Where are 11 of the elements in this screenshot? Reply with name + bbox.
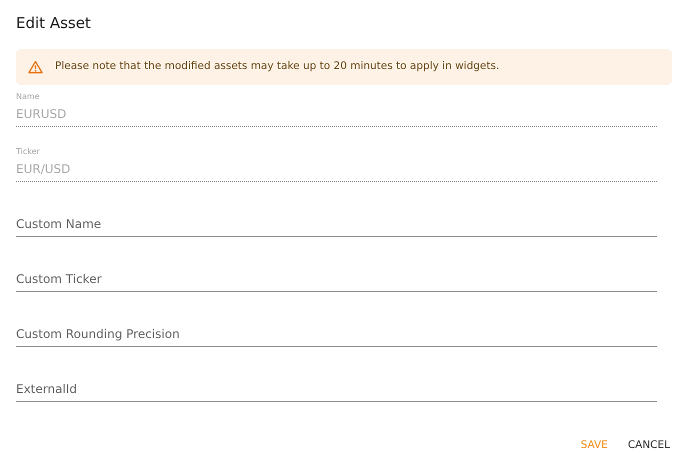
warning-icon bbox=[28, 60, 43, 74]
dialog-title: Edit Asset bbox=[16, 13, 92, 34]
save-button[interactable]: SAVE bbox=[572, 434, 616, 458]
field-label: Name bbox=[16, 90, 41, 103]
cancel-button[interactable]: CANCEL bbox=[620, 434, 678, 458]
input-field[interactable]: Custom Ticker bbox=[16, 268, 657, 292]
input-field[interactable]: Custom Name bbox=[16, 212, 657, 237]
input-field[interactable]: ExternalId bbox=[16, 378, 657, 402]
input-field[interactable]: Custom Rounding Precision bbox=[16, 322, 657, 347]
alert-message: Please note that the modified assets may take up to 20 minutes to apply in widgets. bbox=[55, 59, 500, 74]
field-label: Ticker bbox=[16, 146, 41, 158]
